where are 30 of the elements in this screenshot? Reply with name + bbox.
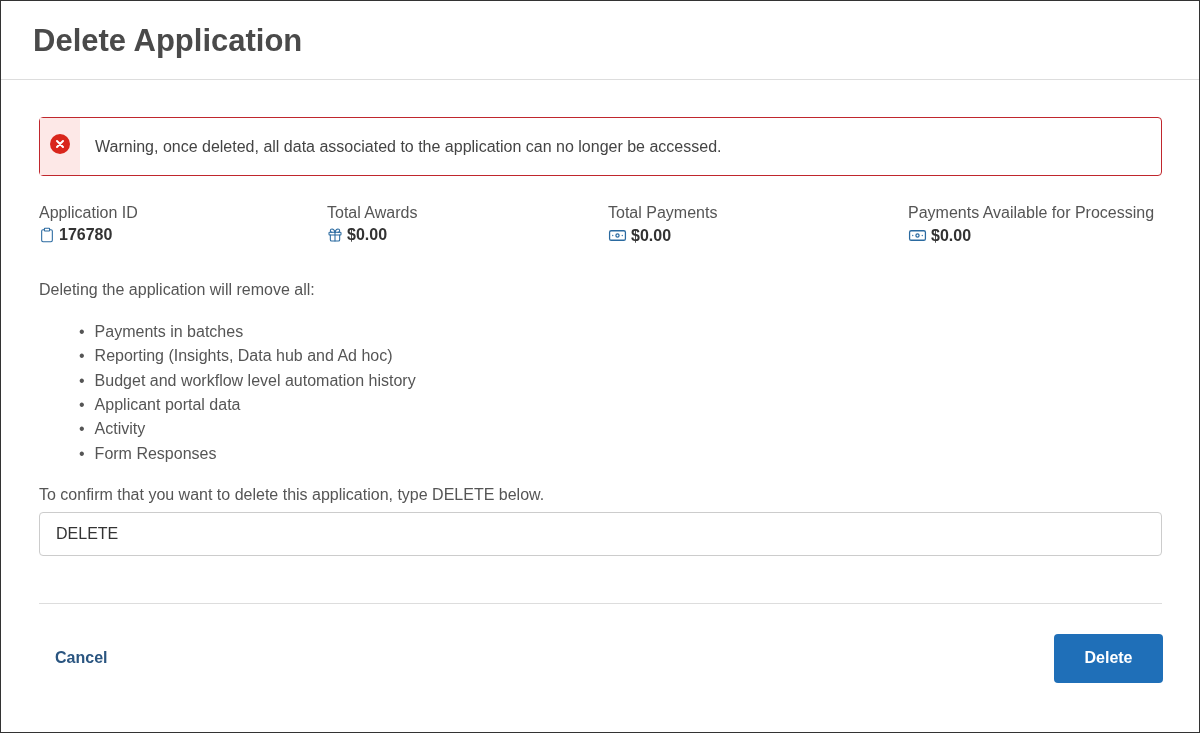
dialog-title: Delete Application: [33, 23, 304, 59]
stat-value: $0.00: [931, 226, 972, 245]
list-item: Applicant portal data: [94, 395, 241, 416]
confirm-input-field[interactable]: DELETE: [39, 511, 1162, 556]
list-item: Budget and workflow level automation history: [94, 370, 416, 391]
stat-label: Payments Available for Processing: [908, 204, 1156, 222]
stat-label: Application ID: [39, 204, 139, 222]
list-item: Form Responses: [94, 443, 217, 464]
list-item: Payments in batches: [94, 322, 244, 343]
bullet-marker: •: [79, 322, 85, 343]
list-item: Reporting (Insights, Data hub and Ad hoc): [94, 346, 393, 367]
confirm-label: To confirm that you want to delete this application, type DELETE below.: [39, 485, 546, 504]
cancel-button[interactable]: Cancel: [39, 639, 124, 678]
error-icon: [50, 134, 70, 154]
gift-icon: [327, 227, 343, 243]
bullet-marker: •: [79, 370, 85, 391]
bullet-marker: •: [79, 443, 85, 464]
bullet-marker: •: [79, 419, 85, 440]
bullet-marker: •: [79, 395, 85, 416]
stat-value: 176780: [59, 226, 113, 244]
warning-text: Warning, once deleted, all data associated to the application can no longer be accessed.: [95, 137, 722, 156]
stat-label: Total Awards: [327, 204, 419, 222]
stat-label: Total Payments: [608, 204, 719, 222]
clipboard-icon: [39, 227, 55, 243]
stat-value: $0.00: [347, 226, 388, 244]
intro-text: Deleting the application will remove all:: [39, 281, 316, 299]
stat-value: $0.00: [631, 226, 672, 245]
list-item: Activity: [94, 419, 146, 440]
bullet-marker: •: [79, 346, 85, 367]
delete-button[interactable]: Delete: [1054, 633, 1163, 683]
